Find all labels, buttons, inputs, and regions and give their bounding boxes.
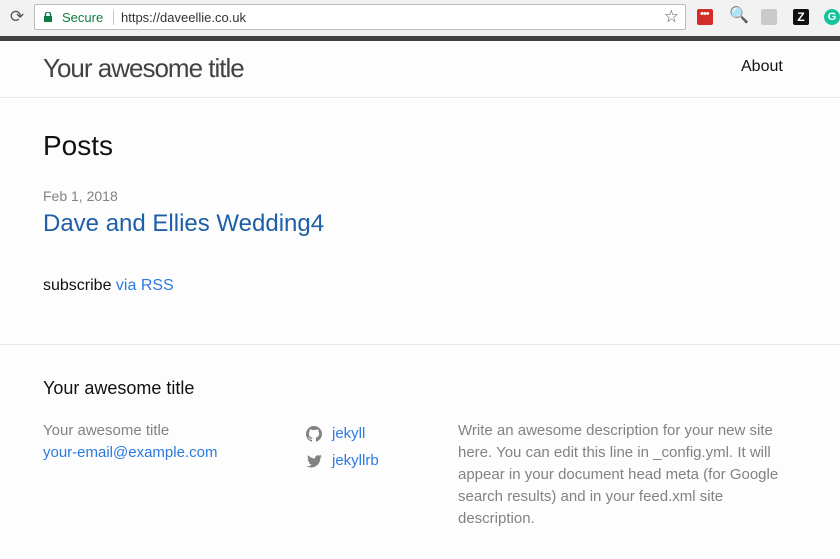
- github-username: jekyll: [332, 425, 366, 442]
- footer-email-link[interactable]: your-email@example.com: [43, 442, 217, 464]
- social-links: jekyll jekyllrb: [306, 420, 379, 474]
- address-divider: [113, 10, 114, 25]
- address-bar[interactable]: Secure https://daveellie.co.uk ☆: [34, 4, 686, 30]
- github-icon: [306, 425, 322, 442]
- reload-icon[interactable]: ⟳: [8, 8, 26, 26]
- twitter-icon: [306, 454, 322, 467]
- site-description: Write an awesome description for your ne…: [458, 422, 779, 527]
- footer-name: Your awesome title: [43, 422, 170, 439]
- secure-label: Secure: [62, 10, 104, 25]
- search-extension-icon[interactable]: 🔍: [729, 8, 749, 24]
- bookmark-star-icon[interactable]: ☆: [664, 7, 679, 27]
- site-header: Your awesome title About: [0, 41, 840, 98]
- lock-icon: [44, 12, 52, 22]
- page-title: Posts: [43, 130, 114, 161]
- rss-prefix: subscribe: [43, 277, 116, 294]
- lastpass-extension-icon[interactable]: •••: [697, 8, 713, 25]
- lastpass-glyph: •••: [700, 8, 710, 20]
- rss-subscribe: subscribe via RSS: [43, 277, 174, 295]
- site-footer: Your awesome title Your awesome title yo…: [0, 344, 840, 559]
- footer-heading: Your awesome title: [43, 378, 195, 398]
- site-title-link[interactable]: Your awesome title: [43, 53, 245, 84]
- post-date: Feb 1, 2018: [43, 188, 118, 204]
- url-text[interactable]: https://daveellie.co.uk: [121, 10, 246, 25]
- browser-toolbar: ⟳ Secure https://daveellie.co.uk ☆ ••• 🔍…: [0, 0, 840, 36]
- nav-about-link[interactable]: About: [741, 58, 783, 76]
- grammarly-extension-icon[interactable]: G: [824, 9, 840, 25]
- rss-link[interactable]: via RSS: [116, 277, 174, 294]
- github-link[interactable]: jekyll: [306, 420, 379, 447]
- twitter-username: jekyllrb: [332, 452, 379, 469]
- footer-contact: Your awesome title your-email@example.co…: [43, 420, 217, 464]
- camera-extension-icon[interactable]: [761, 9, 777, 25]
- twitter-link[interactable]: jekyllrb: [306, 447, 379, 474]
- zotero-extension-icon[interactable]: Z: [793, 9, 809, 25]
- post-title-link[interactable]: Dave and Ellies Wedding4: [43, 210, 324, 238]
